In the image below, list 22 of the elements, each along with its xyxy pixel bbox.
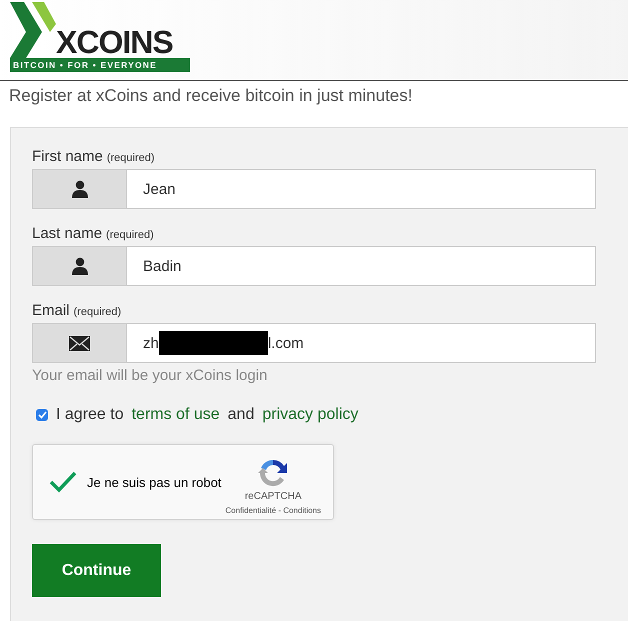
required-note: (required) (106, 152, 155, 164)
check-icon[interactable] (49, 471, 77, 493)
required-note: (required) (74, 306, 122, 318)
recaptcha-brand: reCAPTCHA (244, 491, 302, 502)
field-label: Last name (32, 225, 102, 242)
logo-chevron-icon (10, 2, 56, 58)
email-hint: Your email will be your xCoins login (32, 367, 268, 384)
terms-link[interactable]: terms of use (132, 406, 220, 424)
field-label: First name (32, 148, 103, 165)
required-note: (required) (106, 229, 154, 241)
agree-checkbox[interactable] (36, 409, 48, 421)
field-label: Email (32, 302, 70, 319)
recaptcha-logo-icon (257, 457, 290, 489)
logo-tagline: BITCOIN • FOR • EVERYONE (10, 58, 190, 72)
agree-joiner: and (228, 406, 254, 424)
logo-wordmark: XCOINS (56, 26, 173, 58)
privacy-link[interactable]: privacy policy (262, 406, 358, 424)
captcha-label: Je ne suis pas un robot (87, 474, 222, 490)
continue-button[interactable]: Continue (32, 544, 161, 597)
agree-text: I agree to (56, 406, 124, 424)
captcha-links[interactable]: Confidentialité - Conditions (225, 506, 321, 515)
intro-text: Register at xCoins and receive bitcoin in just minutes! (8, 85, 414, 107)
